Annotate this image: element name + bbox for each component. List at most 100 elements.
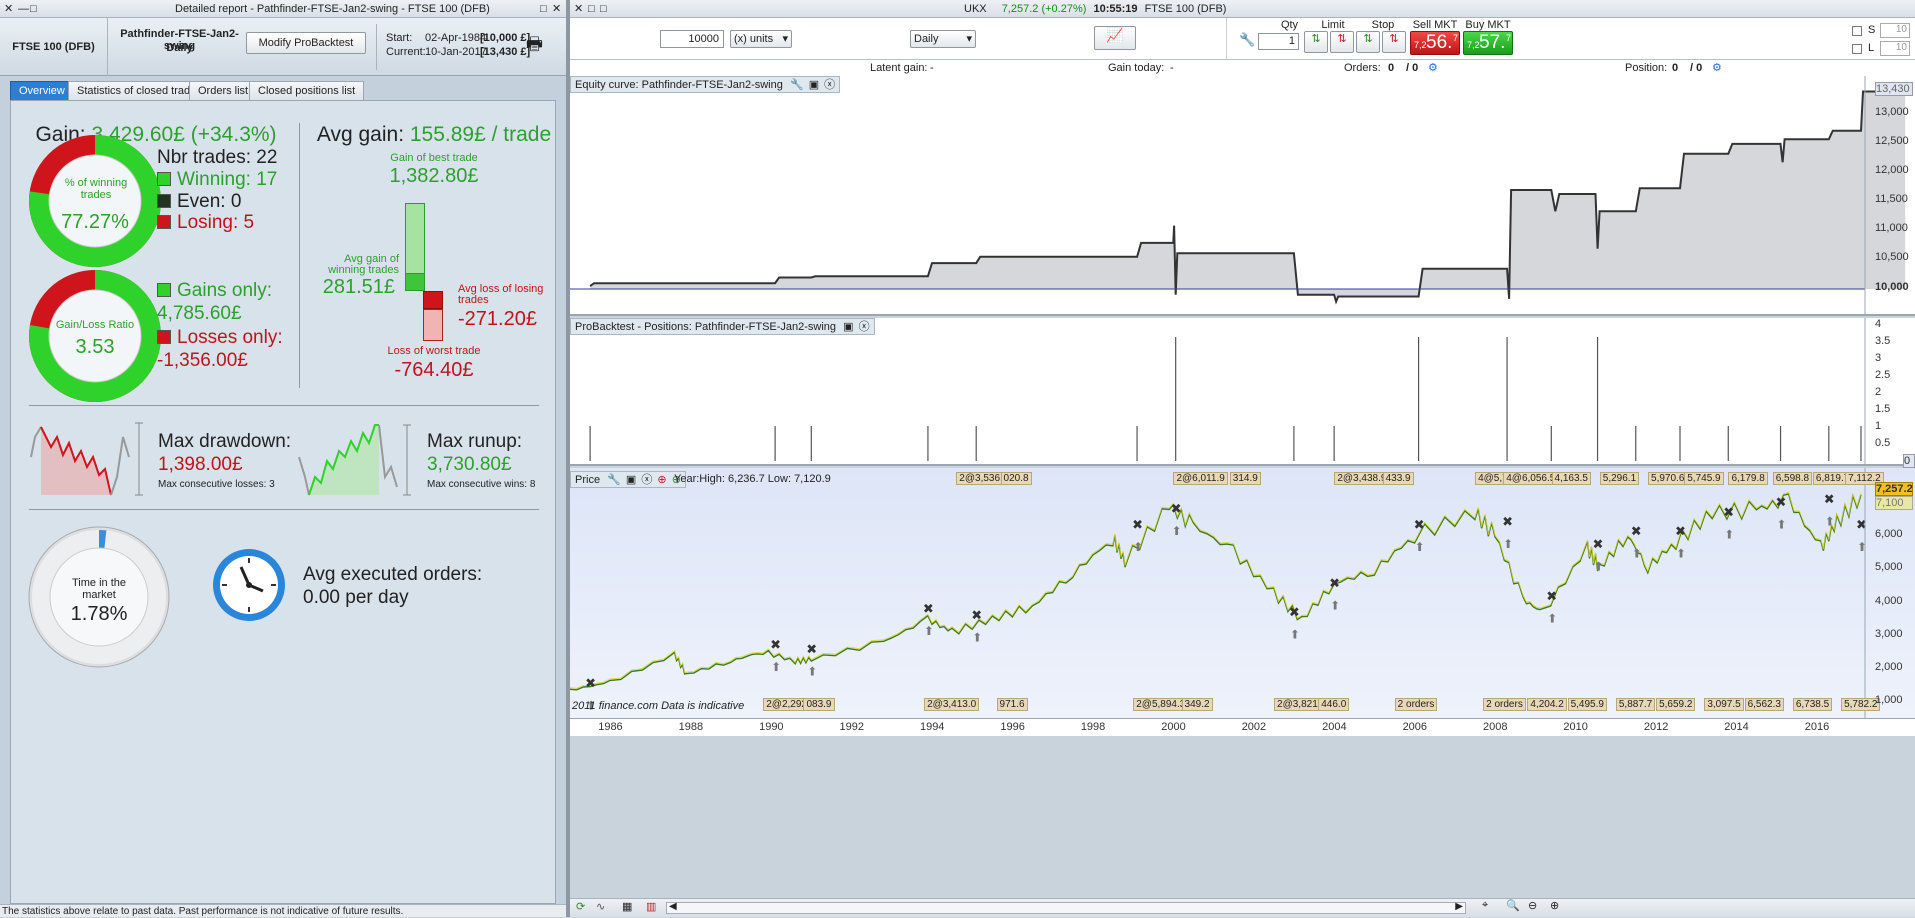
price-y-highlight: 7,257.2 <box>1875 482 1913 496</box>
x-axis-tick: 2000 <box>1161 721 1186 733</box>
trade-label: 5,296.1 <box>1599 472 1640 485</box>
exit-marker-icon: ✖ <box>1414 517 1425 532</box>
avg-win-bar <box>405 273 425 291</box>
chevron-down-icon: ▾ <box>966 33 972 45</box>
worst-trade-label: Loss of worst trade <box>387 345 481 357</box>
limit-buy-button[interactable]: ⇅ <box>1304 31 1328 53</box>
drawdown-sparkline <box>27 417 147 497</box>
orders-label: Orders: <box>1344 62 1381 74</box>
gains-only-value: 4,785.60£ <box>157 303 242 324</box>
winning-pct-value: 77.27% <box>61 211 129 233</box>
modify-probacktest-button[interactable]: Modify ProBacktest <box>246 32 366 54</box>
equity-y-tick: 12,000 <box>1875 164 1909 176</box>
price-y-tick: 2,000 <box>1875 661 1903 673</box>
window-minimize-icon[interactable]: □ <box>588 0 595 18</box>
window-close-icon[interactable]: ✕ <box>552 0 561 18</box>
equity-y-tick: 10,500 <box>1875 251 1909 263</box>
chevron-down-icon: ▾ <box>782 33 788 45</box>
trade-label: 2 orders <box>1483 698 1526 711</box>
units-input[interactable]: 10000 <box>660 30 724 48</box>
bottom-toolbar: ⟳ ∿ ▦ ▥ ◀ ▶ ⌖ 🔍 ⊖ ⊕ <box>570 898 1915 917</box>
section-divider <box>29 509 539 510</box>
avg-win-value: 281.51£ <box>322 276 395 298</box>
avg-orders-label: Avg executed orders: <box>303 564 483 585</box>
x-axis-tick: 2014 <box>1724 721 1749 733</box>
left-window-titlebar[interactable]: ✕ — □ Detailed report - Pathfinder-FTSE-… <box>0 0 566 18</box>
positions-y-tick: 3 <box>1875 352 1882 364</box>
equity-y-tick: 10,000 <box>1875 281 1909 293</box>
exit-marker-icon: ✖ <box>770 637 781 652</box>
printer-icon[interactable]: 🖶 <box>526 32 543 62</box>
even-count: Even: 0 <box>177 191 242 212</box>
scroll-right-icon[interactable]: ▶ <box>1455 901 1463 912</box>
period-select[interactable]: Daily ▾ <box>910 30 976 48</box>
units-value: 10000 <box>688 33 719 45</box>
exit-marker-icon: ✖ <box>1824 491 1835 506</box>
positions-y-tick: 1.5 <box>1875 403 1891 415</box>
limit-sell-button[interactable]: ⇅ <box>1330 31 1354 53</box>
section-divider <box>29 405 539 406</box>
qty-input[interactable]: 1 <box>1258 33 1299 50</box>
entry-marker-icon: ⬆ <box>924 624 934 638</box>
zoom-icon[interactable]: 🔍 <box>1506 899 1520 912</box>
window-close-icon[interactable]: ✕ <box>4 0 13 18</box>
stop-sell-button[interactable]: ⇅ <box>1382 31 1406 53</box>
s-input[interactable]: 10 <box>1880 23 1910 38</box>
order-panel: Qty Limit Stop Sell MKT Buy MKT 🔧 1 ⇅ ⇅ … <box>1226 18 1515 60</box>
s-checkbox[interactable] <box>1852 26 1862 36</box>
sell-mkt-button[interactable]: 7,2 56. 7 <box>1410 31 1460 55</box>
qty-value: 1 <box>1288 35 1295 47</box>
winning-donut: % of winning trades 77.27% <box>23 129 167 273</box>
exit-marker-icon: ✖ <box>1675 524 1686 539</box>
equity-y-tick: 11,500 <box>1875 193 1908 205</box>
stop-buy-button[interactable]: ⇅ <box>1356 31 1380 53</box>
entry-marker-icon: ⬆ <box>1825 514 1835 528</box>
avg-orders-value: 0.00 per day <box>303 587 409 608</box>
positions-y-tick: 0.5 <box>1875 437 1891 449</box>
bars-icon[interactable]: ▥ <box>646 900 656 913</box>
zoom-in-icon[interactable]: ⊕ <box>1550 899 1559 912</box>
positions-y-tick: 4 <box>1875 318 1882 330</box>
avg-win-label: Avg gain of winning trades <box>328 253 399 276</box>
units-select[interactable]: (x) units ▾ <box>730 30 792 48</box>
x-axis-tick: 1990 <box>759 721 784 733</box>
gear-icon[interactable]: ⚙ <box>1712 60 1722 76</box>
window-title: Detailed report - Pathfinder-FTSE-Jan2-s… <box>175 3 490 15</box>
x-axis-tick: 2004 <box>1322 721 1347 733</box>
crosshair-icon[interactable]: ⌖ <box>1482 899 1488 912</box>
window-close-icon[interactable]: ✕ <box>574 0 583 18</box>
price-chart: ✖⬆✖⬆✖⬆✖⬆✖⬆✖⬆✖⬆✖⬆✖⬆✖⬆✖⬆✖⬆✖⬆✖⬆✖⬆✖⬆✖⬆✖⬆ ✖⬆ <box>570 468 1867 718</box>
s-value: 10 <box>1895 24 1907 35</box>
scroll-left-icon[interactable]: ◀ <box>669 901 677 912</box>
trade-label: 4,163.5 <box>1551 472 1591 485</box>
trade-label: 446.0 <box>1318 698 1350 711</box>
symbol-code: UKX <box>964 3 987 15</box>
trade-label: 5,745.9 <box>1684 472 1724 485</box>
entry-marker-icon: ⬆ <box>1632 547 1642 561</box>
chart-type-button[interactable]: 📈 <box>1094 26 1136 50</box>
latent-gain-label: Latent gain: <box>870 62 928 74</box>
report-header: FTSE 100 (DFB) Pathfinder-FTSE-Jan2-swin… <box>0 18 566 76</box>
l-checkbox[interactable] <box>1852 44 1862 54</box>
window-maximize-icon[interactable]: □ <box>540 0 547 18</box>
trade-label: 4@6,056.5 <box>1503 472 1559 485</box>
indicator-icon[interactable]: ∿ <box>596 900 605 913</box>
window-restore-icon[interactable]: □ <box>600 0 607 18</box>
wrench-icon[interactable]: 🔧 <box>1239 32 1255 48</box>
tab-orders-list[interactable]: Orders list <box>189 81 258 100</box>
exit-marker-icon: ✖ <box>1723 504 1734 519</box>
window-minimize-icon[interactable]: — <box>18 0 29 18</box>
best-trade-label: Gain of best trade <box>390 152 478 164</box>
gear-icon[interactable]: ⚙ <box>1428 60 1438 76</box>
chart-template-icon[interactable]: ▦ <box>622 900 632 913</box>
right-window-titlebar[interactable]: ✕ □ □ UKX 7,257.2 (+0.27%) 10:55:19 FTSE… <box>570 0 1915 18</box>
zoom-out-icon[interactable]: ⊖ <box>1528 899 1537 912</box>
horizontal-scrollbar[interactable]: ◀ ▶ <box>666 901 1466 914</box>
buy-mkt-button[interactable]: 7,2 57. 7 <box>1463 31 1513 55</box>
l-input[interactable]: 10 <box>1880 41 1910 56</box>
tab-closed-positions[interactable]: Closed positions list <box>249 81 365 100</box>
window-restore-icon[interactable]: □ <box>30 0 37 18</box>
draw-tool-icon[interactable]: ⟳ <box>576 900 585 913</box>
tab-overview[interactable]: Overview <box>10 81 74 100</box>
equity-y-tick: 11,000 <box>1875 222 1908 234</box>
